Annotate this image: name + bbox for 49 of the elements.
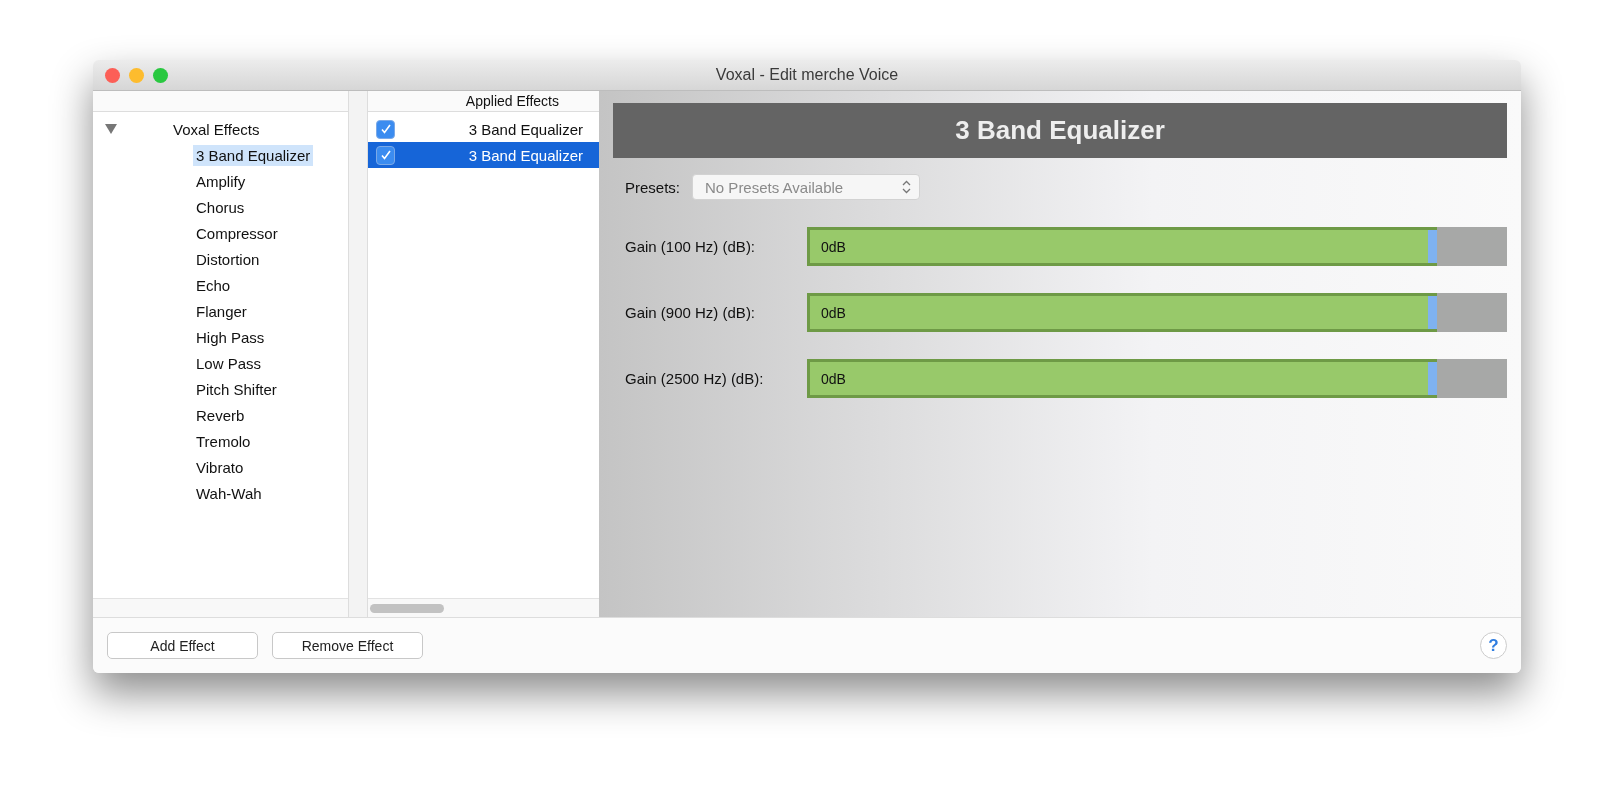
gain-reading: 0dB xyxy=(821,304,846,321)
gain-reading: 0dB xyxy=(821,370,846,387)
presets-label: Presets: xyxy=(625,178,681,196)
gain-label: Gain (2500 Hz) (dB): xyxy=(625,370,765,387)
tree-group-label[interactable]: Voxal Effects xyxy=(173,120,260,138)
effect-item[interactable]: Pitch Shifter xyxy=(193,378,280,400)
applied-effect-label: 3 Band Equalizer xyxy=(468,146,583,164)
gain-slider-track[interactable]: 0dB xyxy=(807,227,1507,266)
minimize-button[interactable] xyxy=(129,67,144,83)
gain-slider-track[interactable]: 0dB xyxy=(807,359,1507,398)
gain-label: Gain (100 Hz) (dB): xyxy=(625,238,757,255)
effect-item[interactable]: Tremolo xyxy=(193,430,254,452)
effect-item[interactable]: Wah-Wah xyxy=(193,482,265,504)
gain-reading: 0dB xyxy=(821,238,846,255)
slider-thumb[interactable] xyxy=(1428,296,1437,329)
effect-item[interactable]: Flanger xyxy=(193,300,250,322)
checkmark-icon xyxy=(379,149,392,161)
checkbox[interactable] xyxy=(376,119,395,139)
slider-thumb[interactable] xyxy=(1428,362,1437,395)
disclosure-triangle-icon[interactable] xyxy=(105,124,117,134)
zoom-button[interactable] xyxy=(153,67,168,83)
effect-item[interactable]: Reverb xyxy=(193,404,248,426)
scroll-thumb[interactable] xyxy=(370,603,444,613)
effect-item[interactable]: Chorus xyxy=(193,196,248,218)
close-button[interactable] xyxy=(105,67,120,83)
checkmark-icon xyxy=(379,123,392,135)
effect-item[interactable]: Compressor xyxy=(193,222,281,244)
applied-effect-row[interactable]: 3 Band Equalizer xyxy=(368,142,599,168)
effect-item[interactable]: Echo xyxy=(193,274,234,296)
checkbox[interactable] xyxy=(376,145,395,165)
effect-title: 3 Band Equalizer xyxy=(955,115,1165,146)
column-header-label: Applied Effects xyxy=(465,93,559,109)
effect-item[interactable]: Distortion xyxy=(193,248,263,270)
effect-item[interactable]: Vibrato xyxy=(193,456,247,478)
updown-chevron-icon xyxy=(902,180,912,194)
gain-slider-track[interactable]: 0dB xyxy=(807,293,1507,332)
applied-effect-label: 3 Band Equalizer xyxy=(468,120,583,138)
effect-item[interactable]: High Pass xyxy=(193,326,268,348)
slider-thumb[interactable] xyxy=(1428,230,1437,263)
scroll-bar[interactable] xyxy=(93,598,348,617)
effect-item[interactable]: Amplify xyxy=(193,170,249,192)
effect-button[interactable]: Add Effect xyxy=(107,632,258,659)
effect-button[interactable]: Remove Effect xyxy=(272,632,423,659)
effect-item[interactable]: 3 Band Equalizer xyxy=(193,144,314,166)
effect-item[interactable]: Low Pass xyxy=(193,352,265,374)
help-button[interactable]: ? xyxy=(1480,632,1507,659)
applied-effect-row[interactable]: 3 Band Equalizer xyxy=(368,116,599,142)
window-title: Voxal - Edit merche Voice xyxy=(715,66,899,84)
gain-label: Gain (900 Hz) (dB): xyxy=(625,304,757,321)
